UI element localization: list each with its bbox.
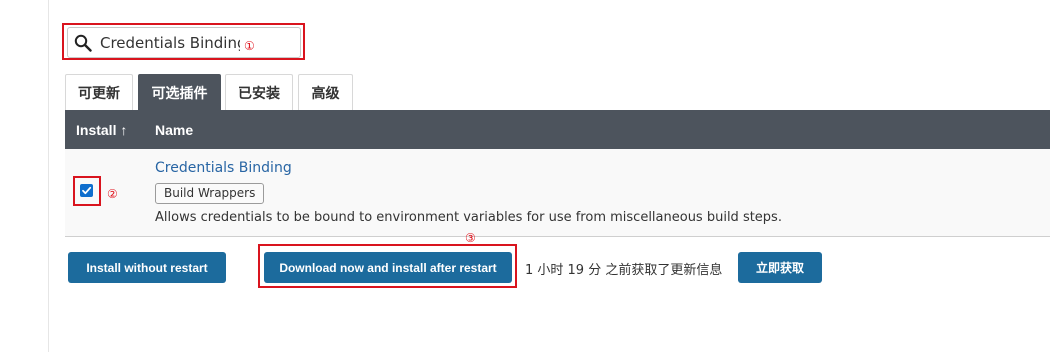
search-annotation: ①: [244, 39, 255, 53]
install-column-header[interactable]: Install ↑: [76, 122, 127, 138]
name-column-header[interactable]: Name: [155, 122, 193, 138]
tab-updates[interactable]: 可更新: [65, 74, 133, 110]
update-status-text: 1 小时 19 分 之前获取了更新信息: [525, 263, 723, 278]
plugin-category-tag[interactable]: Build Wrappers: [155, 183, 265, 204]
plugin-description: Allows credentials to be bound to enviro…: [155, 210, 782, 225]
install-without-restart-button[interactable]: Install without restart: [68, 252, 226, 283]
tab-advanced[interactable]: 高级: [298, 74, 353, 110]
plugin-name-link[interactable]: Credentials Binding: [155, 160, 292, 176]
row-divider: [65, 236, 1050, 237]
plugin-table-header: Install ↑ Name: [65, 110, 1050, 149]
checkbox-highlight-box: [73, 176, 101, 206]
tab-installed[interactable]: 已安装: [225, 74, 293, 110]
checkbox-annotation: ②: [107, 187, 118, 201]
page-left-border: [48, 0, 49, 352]
check-now-button[interactable]: 立即获取: [738, 252, 822, 283]
download-now-button[interactable]: Download now and install after restart: [264, 252, 512, 283]
tab-available[interactable]: 可选插件: [138, 74, 221, 110]
download-annotation: ③: [465, 231, 476, 245]
search-highlight-box: [62, 23, 305, 60]
